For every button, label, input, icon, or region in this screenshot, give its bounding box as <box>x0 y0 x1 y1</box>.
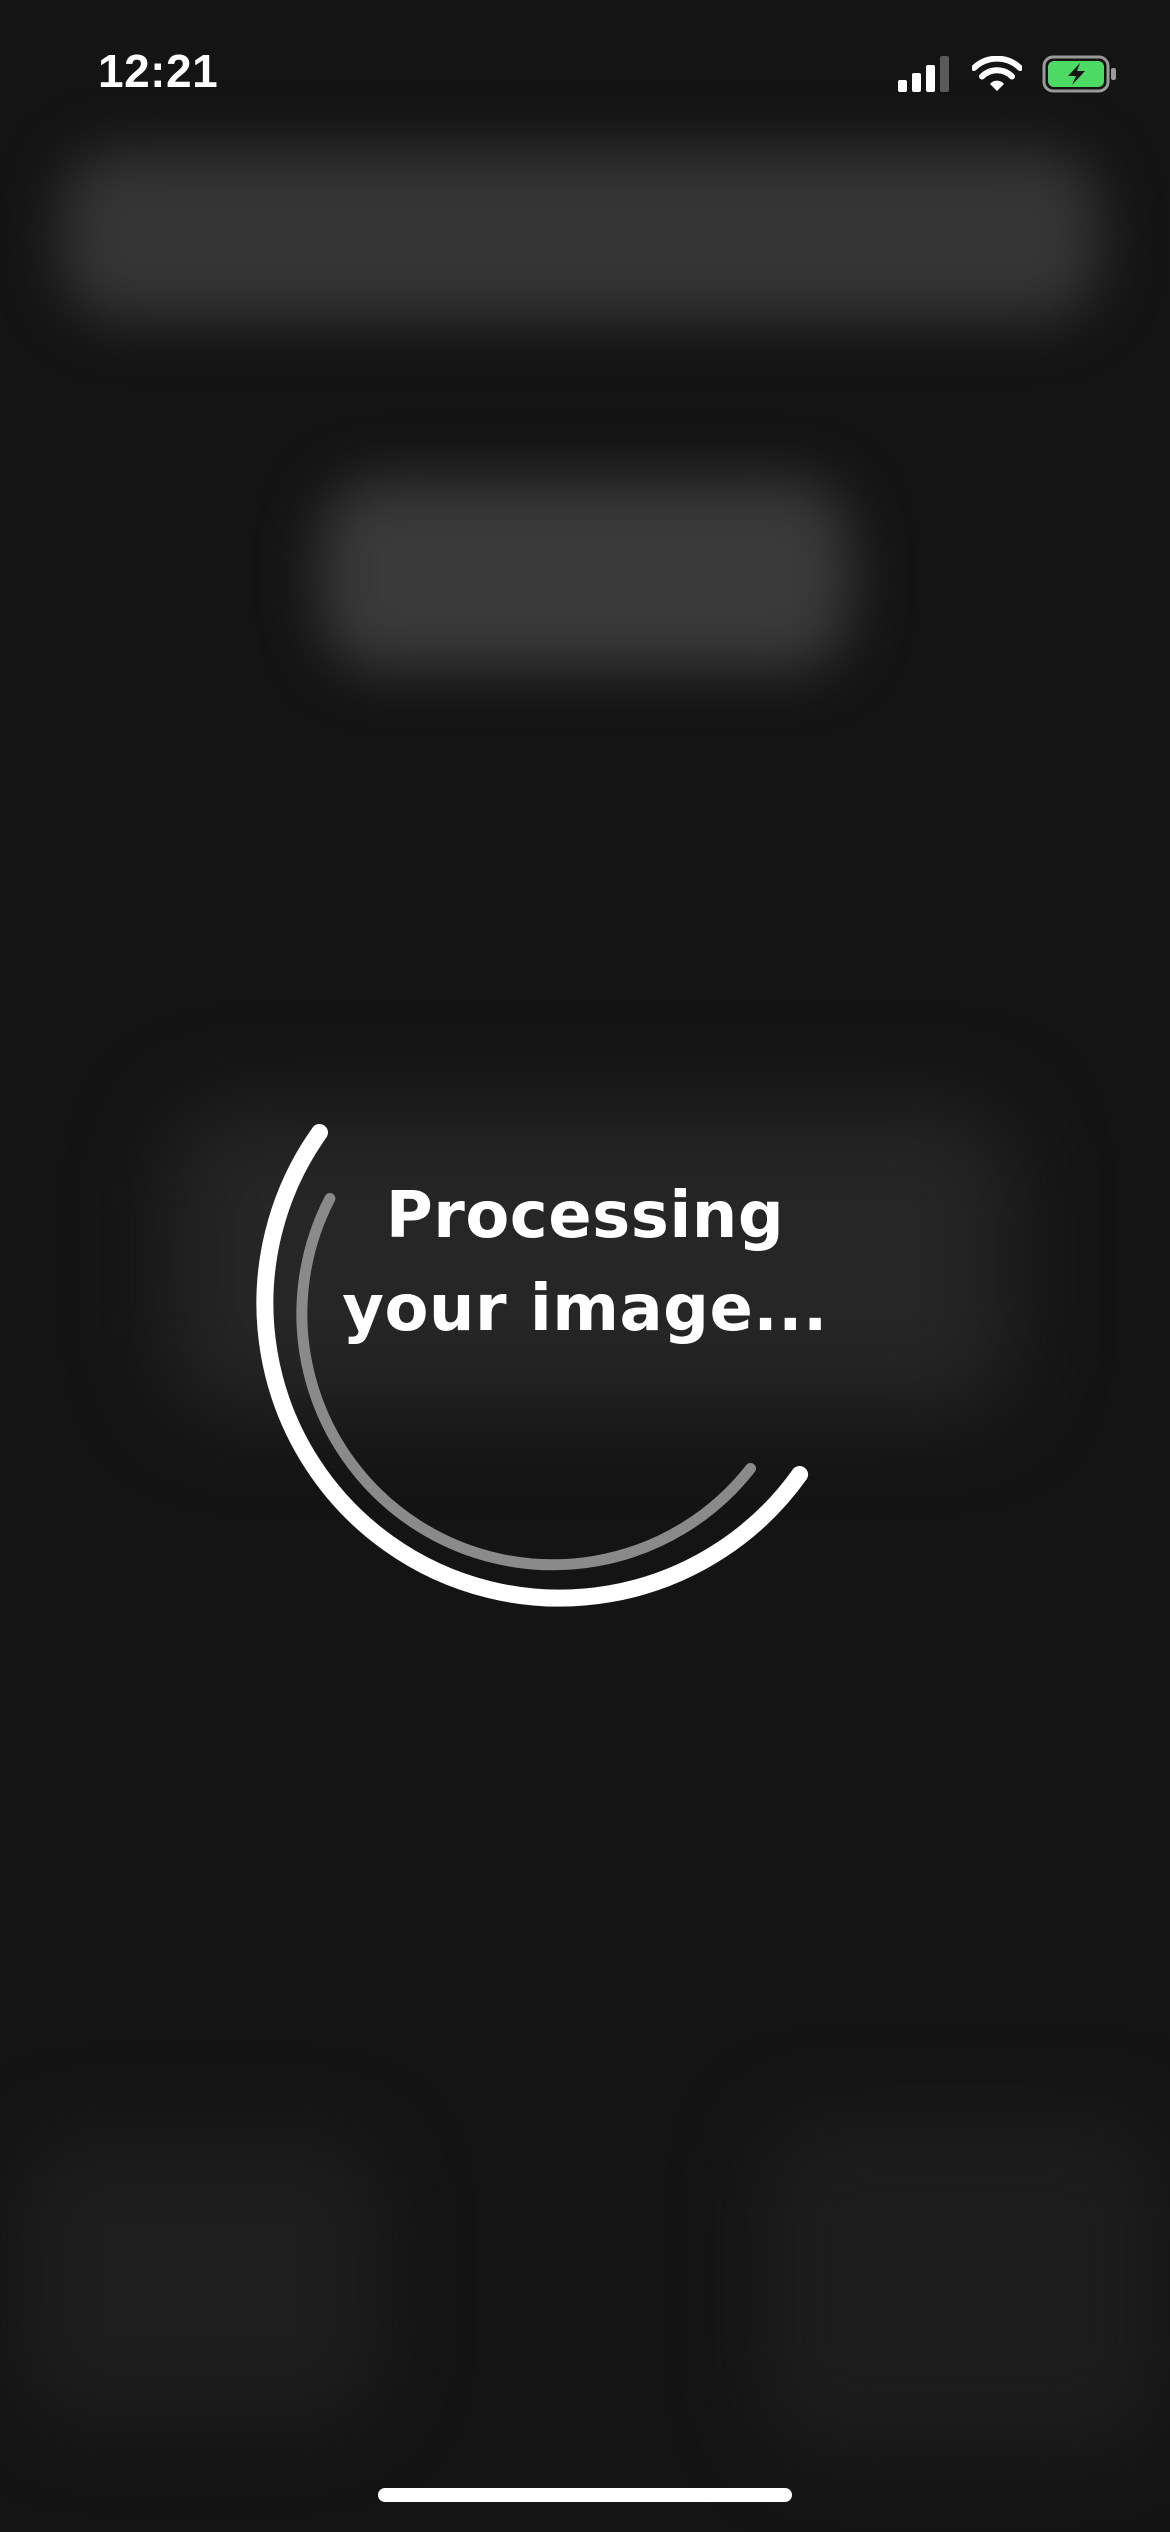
wifi-icon <box>972 56 1022 91</box>
blurred-footer-left-placeholder <box>20 2140 380 2420</box>
processing-message-line-2: your image... <box>342 1272 828 1346</box>
processing-message-line-1: Processing <box>385 1179 785 1253</box>
status-icons <box>898 52 1118 96</box>
cellular-signal-icon <box>898 56 949 92</box>
processing-screen: 12:21 Processing your image... <box>0 0 1170 2532</box>
status-time: 12:21 <box>98 45 219 97</box>
home-indicator[interactable] <box>378 2488 792 2502</box>
processing-message: Processing your image... <box>0 1170 1170 1356</box>
blurred-footer-right-placeholder <box>760 2120 1160 2450</box>
blurred-title-placeholder <box>320 480 850 670</box>
status-bar: 12:21 <box>0 0 1170 140</box>
blurred-header-placeholder <box>60 150 1100 320</box>
battery-charging-icon <box>1042 55 1116 93</box>
